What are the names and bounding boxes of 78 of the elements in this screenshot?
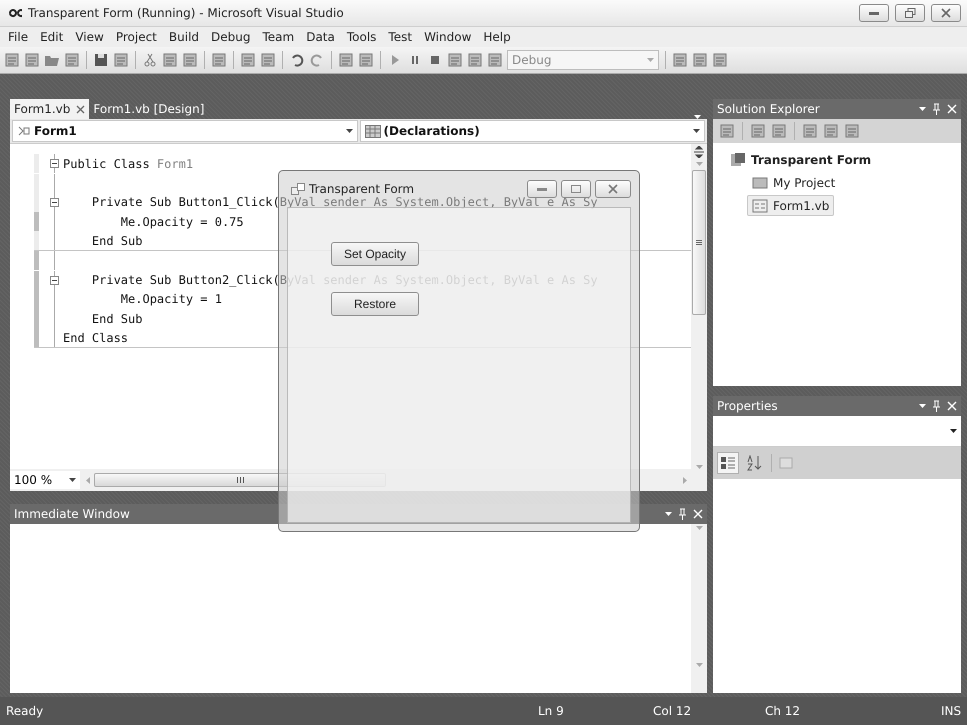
caret-icon[interactable] (693, 129, 700, 133)
document-tab[interactable]: Form1.vb (10, 99, 90, 119)
code-line: End Sub (90, 312, 142, 326)
panel-title: Immediate Window (14, 507, 131, 521)
folder-icon[interactable] (752, 174, 768, 190)
minimize-button[interactable] (859, 4, 889, 22)
dropdown-icon[interactable] (919, 107, 926, 111)
menu-item[interactable]: File (2, 30, 34, 44)
maximize-icon (571, 185, 581, 193)
menu-item[interactable]: Test (382, 30, 418, 44)
restore-icon (904, 8, 916, 18)
panel-title: Solution Explorer (717, 102, 821, 116)
tree-item[interactable]: Transparent Form (725, 149, 876, 170)
caret-icon[interactable] (950, 429, 957, 433)
caret-icon[interactable] (346, 129, 352, 133)
member-dropdown[interactable]: (Declarations) (360, 120, 705, 142)
menu-item[interactable]: Build (162, 30, 206, 44)
menu-item[interactable]: View (69, 30, 110, 44)
menu-item[interactable]: Help (477, 30, 517, 44)
close-icon (608, 184, 618, 194)
form-icon (291, 183, 305, 195)
menu-item[interactable]: Team (256, 30, 300, 44)
grip-icon (696, 240, 702, 245)
pin-icon[interactable] (932, 103, 941, 115)
document-tab[interactable]: Form1.vb [Design] (89, 99, 208, 119)
menu-item[interactable]: Project (110, 30, 163, 44)
form-file-icon[interactable] (752, 198, 768, 214)
tree-item[interactable]: Form1.vb (747, 195, 834, 216)
minimize-icon (869, 11, 879, 15)
maximize-button[interactable] (561, 180, 591, 198)
code-line: Me.Opacity = 1 (120, 292, 222, 306)
menu-item[interactable]: Tools (340, 30, 382, 44)
code-line: Me.Opacity = 0.75 (120, 214, 244, 229)
grip-icon (236, 477, 244, 483)
code-line: Public Class Form1 (63, 156, 194, 171)
code-line: End Class (63, 330, 128, 345)
pin-icon[interactable] (932, 400, 941, 412)
form-title: Transparent Form (309, 182, 416, 196)
panel-title: Properties (717, 399, 779, 413)
menu-item[interactable]: Data (300, 30, 341, 44)
restore-button[interactable] (895, 4, 925, 22)
column-number: Col 12 (653, 704, 692, 718)
window-title: Transparent Form (Running) - Microsoft Visual Studio (28, 6, 345, 20)
view-toggle[interactable] (717, 452, 739, 474)
property-pages-icon (778, 455, 794, 471)
status-message: Ready (6, 704, 44, 718)
dropdown-icon[interactable] (665, 512, 672, 516)
class-dropdown[interactable]: Form1 (12, 120, 358, 142)
menu-item[interactable]: Window (418, 30, 478, 44)
zoom-dropdown[interactable]: 100 % (10, 471, 80, 489)
class-icon (17, 125, 31, 137)
scissors-icon[interactable] (142, 52, 158, 68)
dropdown-icon[interactable] (919, 404, 926, 408)
tree-item[interactable]: My Project (747, 172, 840, 193)
form-button[interactable]: Restore (331, 292, 419, 316)
categorized-icon (720, 455, 736, 471)
infinity-logo-icon (6, 8, 22, 18)
close-icon (941, 8, 951, 18)
close-button[interactable] (595, 180, 631, 198)
minimize-icon (537, 187, 547, 191)
save-icon[interactable] (93, 52, 109, 68)
code-line: End Sub (90, 234, 142, 248)
grid-icon (364, 124, 380, 138)
line-number: Ln 9 (538, 704, 565, 718)
splitter-icon[interactable] (693, 146, 705, 158)
project-icon[interactable] (730, 152, 746, 168)
scroll-thumb[interactable] (692, 170, 706, 314)
close-button[interactable] (931, 4, 961, 22)
close-icon[interactable] (76, 104, 86, 114)
pin-icon[interactable] (678, 508, 687, 520)
sort-alphabetical-icon (746, 455, 762, 471)
menu-item[interactable]: Debug (205, 30, 256, 44)
minimize-button[interactable] (527, 180, 557, 198)
form-button[interactable]: Set Opacity (331, 242, 419, 266)
menu-item[interactable]: Edit (34, 30, 70, 44)
insert-mode: INS (941, 704, 962, 718)
char-number: Ch 12 (765, 704, 802, 718)
caret-icon[interactable] (69, 478, 76, 482)
